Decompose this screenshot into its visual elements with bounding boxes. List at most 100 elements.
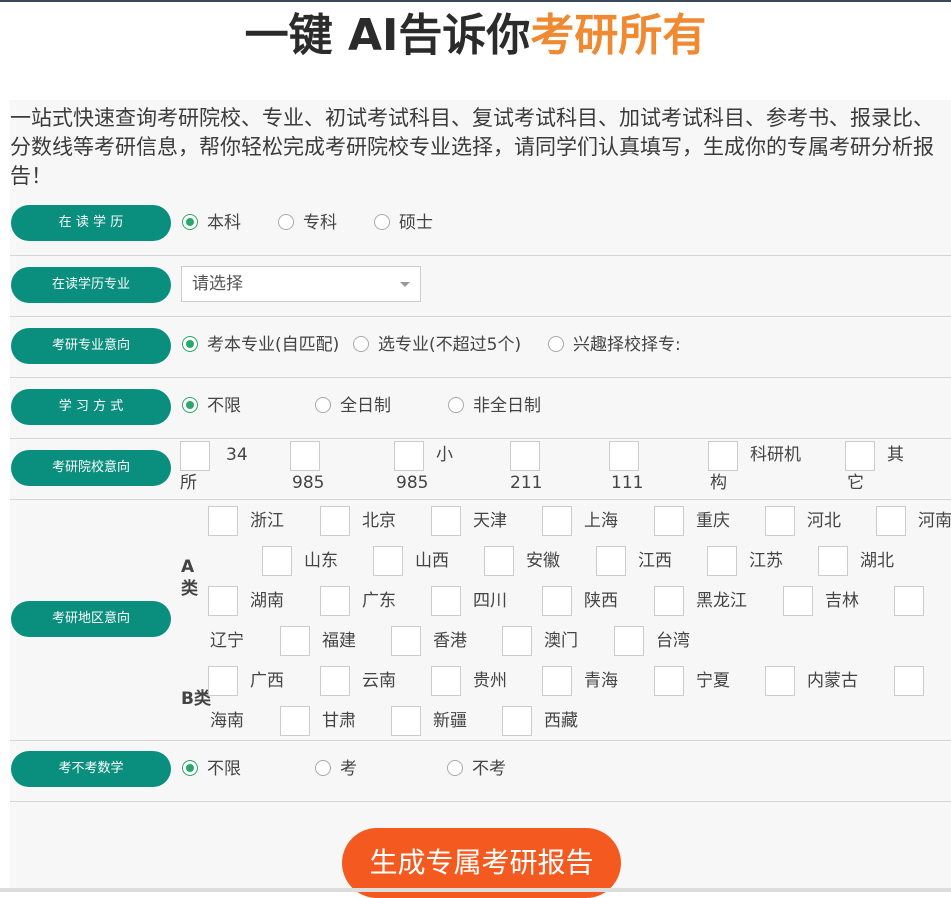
region-checkbox[interactable] bbox=[818, 546, 848, 576]
intent-option-choose-major[interactable]: 选专业(不超过5个) bbox=[353, 333, 521, 357]
region-checkbox[interactable] bbox=[894, 586, 924, 616]
education-label: 在 读 学 历 bbox=[11, 205, 171, 241]
region-checkbox[interactable] bbox=[208, 506, 238, 536]
region-checkbox[interactable] bbox=[502, 626, 532, 656]
region-label-text: 宁夏 bbox=[696, 671, 730, 691]
radio-icon[interactable] bbox=[353, 336, 369, 352]
region-label-text: 贵州 bbox=[473, 671, 507, 691]
intent-option-own-major[interactable]: 考本专业(自匹配) bbox=[182, 333, 339, 357]
radio-icon[interactable] bbox=[315, 397, 331, 413]
education-option-bachelor[interactable]: 本科 bbox=[182, 211, 241, 235]
region-label-text: 福建 bbox=[322, 631, 356, 651]
radio-checked-icon[interactable] bbox=[182, 397, 198, 413]
region-checkbox[interactable] bbox=[654, 506, 684, 536]
region-label-text: 西藏 bbox=[544, 711, 578, 731]
radio-checked-icon[interactable] bbox=[182, 336, 198, 352]
chevron-down-icon bbox=[400, 282, 410, 287]
education-row: 在 读 学 历 本科 专科 硕士 bbox=[10, 195, 951, 256]
study-mode-label: 学 习 方 式 bbox=[11, 389, 171, 425]
study-mode-option-any[interactable]: 不限 bbox=[182, 394, 241, 418]
math-label: 考不考数学 bbox=[11, 751, 171, 787]
major-select[interactable]: 请选择 bbox=[181, 266, 421, 302]
school-intent-checkbox[interactable] bbox=[290, 441, 320, 471]
top-border bbox=[0, 0, 951, 2]
study-mode-option-parttime[interactable]: 非全日制 bbox=[448, 394, 541, 418]
math-option-any[interactable]: 不限 bbox=[182, 757, 241, 781]
region-checkbox[interactable] bbox=[280, 626, 310, 656]
region-checkbox[interactable] bbox=[431, 666, 461, 696]
region-label-text: 四川 bbox=[473, 591, 507, 611]
region-checkbox[interactable] bbox=[542, 506, 572, 536]
region-checkbox[interactable] bbox=[894, 666, 924, 696]
education-option-college[interactable]: 专科 bbox=[278, 211, 337, 235]
region-checkbox[interactable] bbox=[280, 706, 310, 736]
school-intent-text-bottom: 所 bbox=[180, 473, 197, 493]
school-intent-checkbox[interactable] bbox=[180, 441, 210, 471]
region-checkbox[interactable] bbox=[654, 666, 684, 696]
study-mode-option-fulltime[interactable]: 全日制 bbox=[315, 394, 391, 418]
region-label-text: 辽宁 bbox=[210, 631, 244, 651]
region-label-text: 河北 bbox=[807, 511, 841, 531]
region-checkbox[interactable] bbox=[542, 586, 572, 616]
region-label-text: 北京 bbox=[362, 511, 396, 531]
school-intent-checkbox[interactable] bbox=[845, 441, 875, 471]
region-checkbox[interactable] bbox=[707, 546, 737, 576]
school-intent-checkbox[interactable] bbox=[394, 441, 424, 471]
school-intent-checkbox[interactable] bbox=[510, 441, 540, 471]
title-highlight: 考研所有 bbox=[530, 10, 707, 61]
region-checkbox[interactable] bbox=[542, 666, 572, 696]
radio-icon[interactable] bbox=[315, 760, 331, 776]
school-intent-text-top: 小 bbox=[436, 445, 453, 465]
region-label-text: 内蒙古 bbox=[807, 671, 858, 691]
region-checkbox[interactable] bbox=[654, 586, 684, 616]
radio-icon[interactable] bbox=[447, 760, 463, 776]
region-checkbox[interactable] bbox=[320, 586, 350, 616]
school-intent-text-top: 34 bbox=[226, 445, 248, 465]
radio-icon[interactable] bbox=[448, 397, 464, 413]
region-checkbox[interactable] bbox=[502, 706, 532, 736]
study-mode-row: 学 习 方 式 不限 全日制 非全日制 bbox=[10, 378, 951, 439]
region-label-text: 吉林 bbox=[825, 591, 859, 611]
region-checkbox[interactable] bbox=[373, 546, 403, 576]
school-intent-text-bottom: 985 bbox=[396, 473, 429, 493]
radio-checked-icon[interactable] bbox=[182, 214, 198, 230]
region-checkbox[interactable] bbox=[765, 666, 795, 696]
region-checkbox[interactable] bbox=[484, 546, 514, 576]
major-row: 在读学历专业 请选择 bbox=[10, 256, 951, 317]
region-label-text: 云南 bbox=[362, 671, 396, 691]
region-checkbox[interactable] bbox=[783, 586, 813, 616]
region-label-text: 湖北 bbox=[860, 551, 894, 571]
region-checkbox[interactable] bbox=[596, 546, 626, 576]
radio-icon[interactable] bbox=[548, 336, 564, 352]
region-checkbox[interactable] bbox=[876, 506, 906, 536]
region-checkbox[interactable] bbox=[262, 546, 292, 576]
region-label-text: 山东 bbox=[304, 551, 338, 571]
region-checkbox[interactable] bbox=[208, 666, 238, 696]
region-checkbox[interactable] bbox=[320, 666, 350, 696]
region-checkbox[interactable] bbox=[391, 706, 421, 736]
region-label-text: 广西 bbox=[250, 671, 284, 691]
school-intent-checkbox[interactable] bbox=[708, 441, 738, 471]
math-option-no[interactable]: 不考 bbox=[447, 757, 506, 781]
radio-icon[interactable] bbox=[278, 214, 294, 230]
school-intent-checkbox[interactable] bbox=[609, 441, 639, 471]
school-intent-label: 考研院校意向 bbox=[11, 450, 171, 486]
region-checkbox[interactable] bbox=[431, 586, 461, 616]
region-checkbox[interactable] bbox=[431, 506, 461, 536]
school-intent-row: 考研院校意向 34 所 985 小 985 211 111 科研机构 其它 bbox=[10, 439, 951, 500]
radio-icon[interactable] bbox=[374, 214, 390, 230]
school-intent-text-bottom: 它 bbox=[847, 473, 864, 493]
radio-checked-icon[interactable] bbox=[182, 760, 198, 776]
region-checkbox[interactable] bbox=[765, 506, 795, 536]
region-label-text: 重庆 bbox=[696, 511, 730, 531]
region-checkbox[interactable] bbox=[208, 586, 238, 616]
region-label-text: 甘肃 bbox=[322, 711, 356, 731]
math-option-yes[interactable]: 考 bbox=[315, 757, 357, 781]
intent-option-interest[interactable]: 兴趣择校择专: bbox=[548, 333, 681, 357]
region-checkbox[interactable] bbox=[391, 626, 421, 656]
school-intent-text-bottom: 构 bbox=[710, 473, 727, 493]
education-option-master[interactable]: 硕士 bbox=[374, 211, 433, 235]
region-checkbox[interactable] bbox=[320, 506, 350, 536]
region-checkbox[interactable] bbox=[614, 626, 644, 656]
region-label-text: 江西 bbox=[638, 551, 672, 571]
